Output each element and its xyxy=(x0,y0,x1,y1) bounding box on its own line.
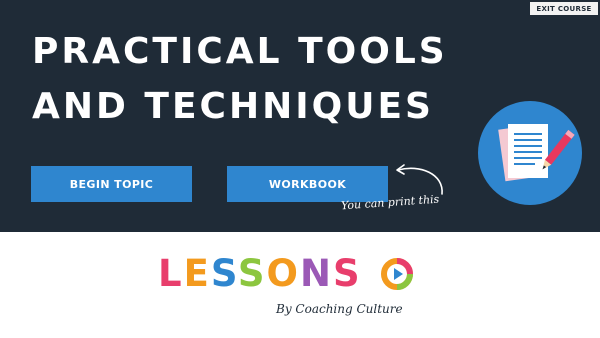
logo-letter: N xyxy=(299,252,333,295)
play-icon xyxy=(381,258,413,290)
logo-wordmark: LESSONS xyxy=(158,254,362,294)
logo-letter: S xyxy=(210,252,238,295)
brand-tagline: By Coaching Culture xyxy=(276,302,403,316)
logo-letter: S xyxy=(237,252,267,295)
page-title: PRACTICAL TOOLS AND TECHNIQUES xyxy=(32,24,502,134)
workbook-button[interactable]: WORKBOOK xyxy=(227,166,388,202)
logo-letter: S xyxy=(332,252,362,295)
begin-topic-button[interactable]: BEGIN TOPIC xyxy=(31,166,192,202)
document-pencil-icon xyxy=(478,101,582,205)
title-line-1: PRACTICAL TOOLS xyxy=(32,31,448,72)
lessons-logo: LESSONS xyxy=(158,254,448,294)
title-line-2: AND TECHNIQUES xyxy=(32,86,434,127)
logo-letter: O xyxy=(266,252,300,295)
exit-course-button[interactable]: EXIT COURSE xyxy=(530,2,598,15)
logo-letter: E xyxy=(183,252,211,295)
logo-letter: L xyxy=(158,252,184,295)
hero-banner: EXIT COURSE PRACTICAL TOOLS AND TECHNIQU… xyxy=(0,0,600,232)
